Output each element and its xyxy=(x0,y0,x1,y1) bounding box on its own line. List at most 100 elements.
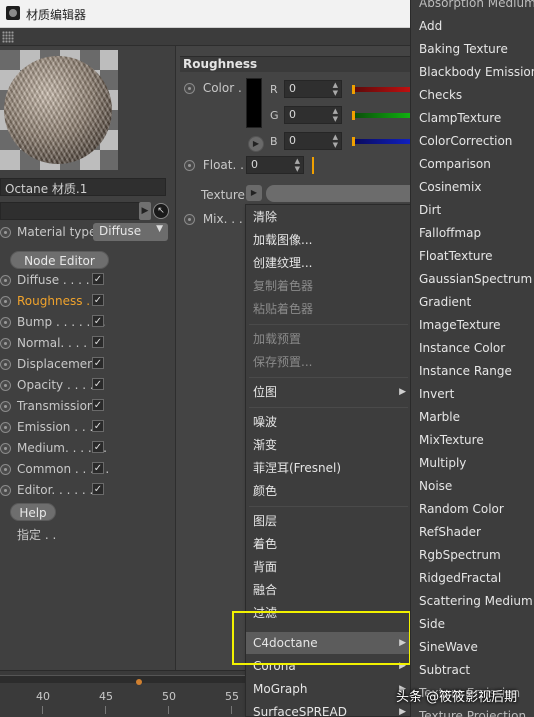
menu-item-layer[interactable]: 图层 xyxy=(246,510,411,532)
menu-item-load-image[interactable]: 加载图像... xyxy=(246,229,411,251)
channel-label[interactable]: Displacement xyxy=(17,357,100,371)
channel-radio[interactable] xyxy=(0,443,11,454)
submenu-item[interactable]: Add xyxy=(411,15,534,38)
menu-item-noise[interactable]: 噪波 xyxy=(246,411,411,433)
submenu-item[interactable]: Instance Color xyxy=(411,337,534,360)
submenu-item[interactable]: MixTexture xyxy=(411,429,534,452)
channel-checkbox[interactable]: ✓ xyxy=(92,273,104,285)
submenu-item[interactable]: Absorption Medium xyxy=(411,0,534,15)
channel-label[interactable]: Emission . . . . xyxy=(17,420,101,434)
slider-handle[interactable] xyxy=(352,137,355,146)
help-button[interactable]: Help xyxy=(10,503,56,521)
submenu-item[interactable]: Falloffmap xyxy=(411,222,534,245)
playhead-marker[interactable] xyxy=(136,679,142,685)
channel-row[interactable]: Roughness . . ✓ xyxy=(0,292,176,312)
submenu-item[interactable]: ColorCorrection xyxy=(411,130,534,153)
slider-handle[interactable] xyxy=(352,85,355,94)
channel-row[interactable]: Normal. . . . . . ✓ xyxy=(0,334,176,354)
float-input[interactable]: 0 ▲ ▼ xyxy=(246,156,304,174)
menu-item-backface[interactable]: 背面 xyxy=(246,556,411,578)
submenu-item[interactable]: Scattering Medium xyxy=(411,590,534,613)
float-slider-handle[interactable] xyxy=(312,157,314,174)
channel-radio[interactable] xyxy=(0,401,11,412)
submenu-item[interactable]: SineWave xyxy=(411,636,534,659)
channel-label[interactable]: Opacity . . . . . xyxy=(17,378,101,392)
spinner-icon[interactable]: ▲ ▼ xyxy=(333,107,338,123)
channel-checkbox[interactable]: ✓ xyxy=(92,441,104,453)
channel-radio[interactable] xyxy=(0,359,11,370)
menu-item-create-texture[interactable]: 创建纹理... xyxy=(246,252,411,274)
channel-radio[interactable] xyxy=(0,275,11,286)
submenu-item[interactable]: Random Color xyxy=(411,498,534,521)
menu-item-color[interactable]: 颜色 xyxy=(246,480,411,502)
submenu-item[interactable]: RidgedFractal xyxy=(411,567,534,590)
float-radio[interactable] xyxy=(184,160,195,171)
submenu-item[interactable]: FloatTexture xyxy=(411,245,534,268)
menu-item-colorize[interactable]: 着色 xyxy=(246,533,411,555)
channel-radio[interactable] xyxy=(0,464,11,475)
menu-item-surfacespread[interactable]: SurfaceSPREAD ▶ xyxy=(246,701,411,717)
channel-radio[interactable] xyxy=(0,485,11,496)
g-slider[interactable] xyxy=(352,111,410,120)
channel-checkbox[interactable]: ✓ xyxy=(92,483,104,495)
channel-checkbox[interactable]: ✓ xyxy=(92,336,104,348)
spinner-icon[interactable]: ▲ ▼ xyxy=(333,133,338,149)
channel-row[interactable]: Common . . . . . ✓ xyxy=(0,460,176,480)
submenu-item[interactable]: Baking Texture xyxy=(411,38,534,61)
submenu-item[interactable]: ClampTexture xyxy=(411,107,534,130)
r-input[interactable]: 0 ▲ ▼ xyxy=(284,80,342,98)
spinner-icon[interactable]: ▲ ▼ xyxy=(295,157,300,173)
submenu-item[interactable]: Blackbody Emission xyxy=(411,61,534,84)
submenu-item[interactable]: Texture Projection xyxy=(411,705,534,717)
material-type-select[interactable]: Diffuse ▼ xyxy=(93,223,168,241)
submenu-item[interactable]: Marble xyxy=(411,406,534,429)
menu-item-bitmap[interactable]: 位图 ▶ xyxy=(246,381,411,403)
channel-label[interactable]: Transmission xyxy=(17,399,95,413)
channel-checkbox[interactable]: ✓ xyxy=(92,420,104,432)
submenu-item[interactable]: Gradient xyxy=(411,291,534,314)
channel-radio[interactable] xyxy=(0,380,11,391)
channel-checkbox[interactable]: ✓ xyxy=(92,294,104,306)
submenu-item[interactable]: Instance Range xyxy=(411,360,534,383)
submenu-item[interactable]: Invert xyxy=(411,383,534,406)
channel-row[interactable]: Emission . . . . ✓ xyxy=(0,418,176,438)
material-name-field[interactable]: Octane 材质.1 xyxy=(0,178,166,196)
channel-row[interactable]: Bump . . . . . . . ✓ xyxy=(0,313,176,333)
menu-item-mograph[interactable]: MoGraph ▶ xyxy=(246,678,411,700)
channel-row[interactable]: Displacement ✓ xyxy=(0,355,176,375)
material-type-radio[interactable] xyxy=(0,227,11,238)
material-preview[interactable] xyxy=(0,50,118,170)
channel-radio[interactable] xyxy=(0,338,11,349)
submenu-item[interactable]: ImageTexture xyxy=(411,314,534,337)
arrow-right-icon[interactable]: ▶ xyxy=(139,202,151,220)
channel-checkbox[interactable]: ✓ xyxy=(92,315,104,327)
expand-icon[interactable]: ▶ xyxy=(248,136,264,152)
submenu-item[interactable]: Comparison xyxy=(411,153,534,176)
menu-item-clear[interactable]: 清除 xyxy=(246,206,411,228)
channel-checkbox[interactable]: ✓ xyxy=(92,462,104,474)
channel-radio[interactable] xyxy=(0,422,11,433)
submenu-item[interactable]: Multiply xyxy=(411,452,534,475)
channel-row[interactable]: Transmission ✓ xyxy=(0,397,176,417)
color-swatch[interactable] xyxy=(246,78,262,128)
b-slider[interactable] xyxy=(352,137,410,146)
submenu-item[interactable]: Checks xyxy=(411,84,534,107)
submenu-item[interactable]: Noise xyxy=(411,475,534,498)
channel-row[interactable]: Opacity . . . . . ✓ xyxy=(0,376,176,396)
channel-checkbox[interactable]: ✓ xyxy=(92,399,104,411)
submenu-item[interactable]: RgbSpectrum xyxy=(411,544,534,567)
node-editor-button[interactable]: Node Editor xyxy=(10,251,109,269)
link-field[interactable] xyxy=(0,202,150,220)
submenu-item[interactable]: Cosinemix xyxy=(411,176,534,199)
g-input[interactable]: 0 ▲ ▼ xyxy=(284,106,342,124)
picker-icon[interactable]: ↖ xyxy=(153,203,169,219)
spinner-icon[interactable]: ▲ ▼ xyxy=(333,81,338,97)
menu-item-fusion[interactable]: 融合 xyxy=(246,579,411,601)
submenu-item[interactable]: Side xyxy=(411,613,534,636)
submenu-item[interactable]: RefShader xyxy=(411,521,534,544)
submenu-item[interactable]: Dirt xyxy=(411,199,534,222)
channel-radio[interactable] xyxy=(0,317,11,328)
texture-slot[interactable] xyxy=(266,185,410,202)
channel-label[interactable]: Editor. . . . . . . xyxy=(17,483,101,497)
assign-label[interactable]: 指定 . . xyxy=(17,526,56,543)
